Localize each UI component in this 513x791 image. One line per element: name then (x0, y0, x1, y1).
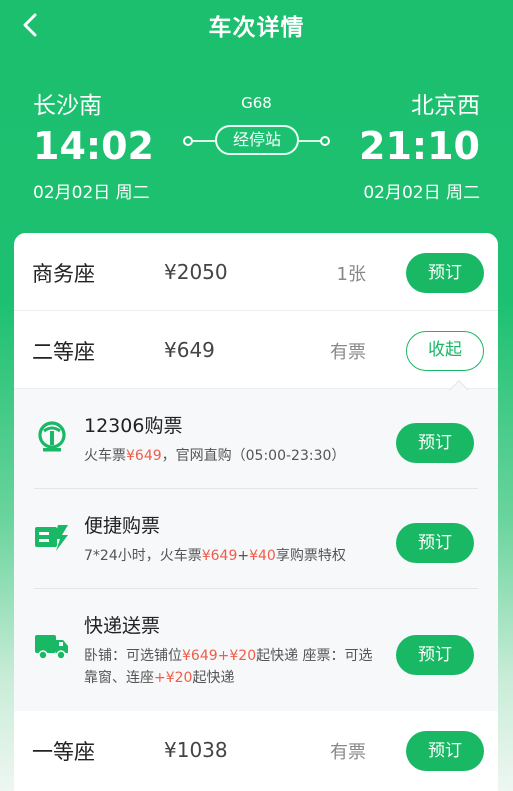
option-title: 便捷购票 (84, 515, 161, 537)
desc-price: +¥20 (154, 670, 193, 686)
route-start-dot (183, 136, 193, 146)
delivery-truck-icon (34, 627, 70, 663)
desc-price: ¥649 (182, 648, 218, 664)
page-title: 车次详情 (208, 15, 305, 41)
seat-price: ¥1038 (164, 738, 228, 762)
desc-price: ¥20 (229, 648, 257, 664)
desc-text: 卧铺：可选铺位 (84, 648, 182, 664)
option-description: 7*24小时，火车票¥649+¥40享购票特权 (84, 545, 394, 567)
seat-availability: 有票 (330, 742, 366, 763)
seat-name: 二等座 (32, 340, 95, 364)
book-button[interactable]: 预订 (396, 423, 474, 463)
arrival-time: 21:10 (359, 124, 480, 168)
desc-text: 7*24小时，火车票 (84, 548, 202, 564)
seat-price: ¥2050 (164, 260, 228, 284)
purchase-option-delivery: 快递送票 卧铺：可选铺位¥649+¥20起快递 座票：可选靠窗、连座+¥20起快… (34, 589, 478, 711)
desc-price: + (217, 648, 230, 664)
desc-text: + (237, 548, 250, 564)
seat-row-second-class: 二等座 ¥649 有票 收起 (14, 311, 498, 389)
option-title: 快递送票 (84, 615, 161, 637)
option-description: 火车票¥649，官网直购（05:00-23:30） (84, 445, 394, 467)
book-button[interactable]: 预订 (396, 635, 474, 675)
stops-button[interactable]: 经停站 (215, 125, 299, 155)
option-description: 卧铺：可选铺位¥649+¥20起快递 座票：可选靠窗、连座+¥20起快递 (84, 645, 384, 689)
seat-price: ¥649 (164, 338, 215, 362)
railway-logo-icon (34, 419, 70, 455)
book-button[interactable]: 预订 (406, 731, 484, 771)
desc-price: ¥40 (249, 548, 276, 564)
route-end-dot (320, 136, 330, 146)
purchase-options-panel: 12306购票 火车票¥649，官网直购（05:00-23:30） 预订 便捷购… (14, 389, 498, 711)
collapse-button[interactable]: 收起 (406, 331, 484, 371)
seat-name: 一等座 (32, 740, 95, 764)
seat-row-business: 商务座 ¥2050 1张 预订 (14, 233, 498, 311)
train-number: G68 (241, 94, 272, 112)
desc-text: ，官网直购（05:00-23:30） (161, 448, 346, 464)
seat-availability: 有票 (330, 342, 366, 363)
option-title: 12306购票 (84, 415, 183, 437)
flash-ticket-icon (34, 519, 70, 555)
desc-text: 火车票 (84, 448, 126, 464)
seat-row-first-class: 一等座 ¥1038 有票 预订 (14, 711, 498, 789)
top-bar: 车次详情 (0, 0, 513, 50)
arrival-date: 02月02日 周二 (363, 183, 480, 203)
desc-text: 起快递 (192, 670, 235, 686)
departure-time: 14:02 (33, 124, 154, 168)
seat-availability: 1张 (336, 264, 366, 285)
seat-card: 商务座 ¥2050 1张 预订 二等座 ¥649 有票 收起 12306购票 火… (14, 233, 498, 791)
desc-text: 享购票特权 (275, 548, 346, 564)
desc-price: ¥649 (126, 448, 162, 464)
purchase-option-12306: 12306购票 火车票¥649，官网直购（05:00-23:30） 预订 (34, 389, 478, 489)
departure-date: 02月02日 周二 (33, 183, 150, 203)
book-button[interactable]: 预订 (396, 523, 474, 563)
purchase-option-express: 便捷购票 7*24小时，火车票¥649+¥40享购票特权 预订 (34, 489, 478, 589)
book-button[interactable]: 预订 (406, 253, 484, 293)
seat-name: 商务座 (32, 262, 95, 286)
desc-price: ¥649 (201, 548, 238, 564)
